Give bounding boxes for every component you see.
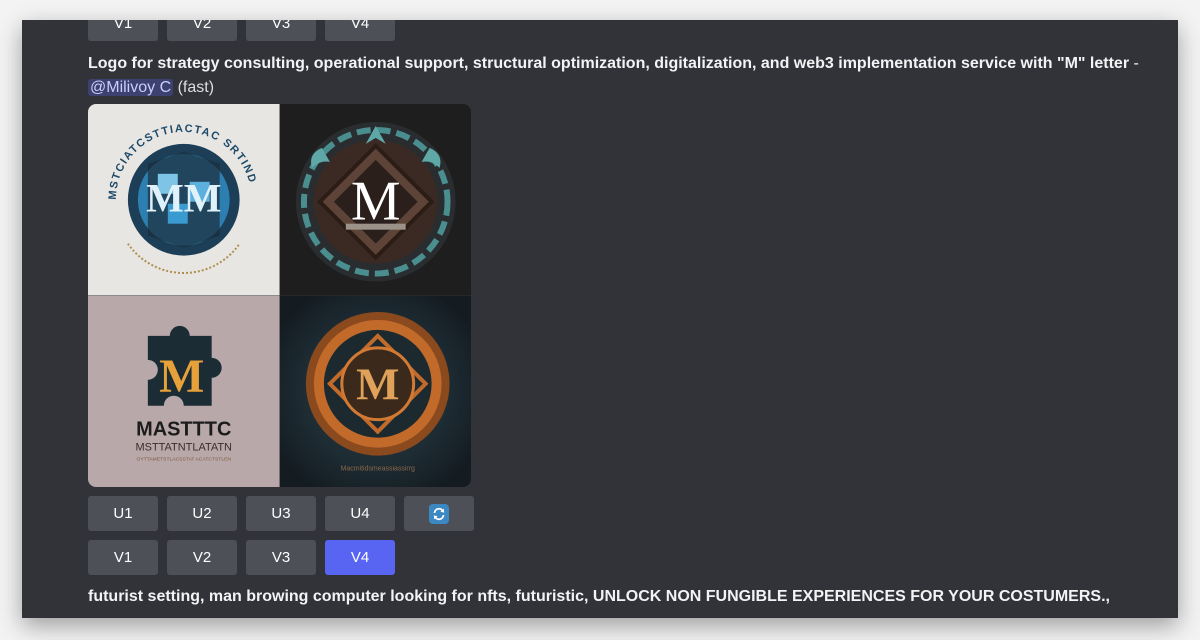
- tile2-art: M: [279, 104, 471, 296]
- tile1-art: MM MSTCIATCSTTIACTAC SRTIND: [88, 104, 280, 296]
- v2-button-prev[interactable]: V2: [167, 20, 237, 41]
- next-message-prompt: futurist setting, man browing computer l…: [88, 585, 1178, 609]
- v4-button-prev[interactable]: V4: [325, 20, 395, 41]
- image-grid[interactable]: MM MSTCIATCSTTIACTAC SRTIND M M MASTTTC …: [88, 104, 471, 487]
- v4-button-selected[interactable]: V4: [325, 540, 395, 575]
- image-tile-2[interactable]: M: [279, 104, 471, 296]
- v2-button[interactable]: V2: [167, 540, 237, 575]
- previous-variation-buttons: V1 V2 V3 V4: [88, 20, 395, 41]
- v3-button[interactable]: V3: [246, 540, 316, 575]
- u1-button[interactable]: U1: [88, 496, 158, 531]
- tile2-letter: M: [350, 171, 400, 233]
- tile4-caption: Macmitidsmeassiassirrg: [340, 465, 414, 472]
- mode-label: (fast): [173, 79, 215, 96]
- tile4-art: M Macmitidsmeassiassirrg: [279, 295, 471, 487]
- reroll-button[interactable]: [404, 496, 474, 531]
- u3-button[interactable]: U3: [246, 496, 316, 531]
- prompt-separator: -: [1129, 55, 1139, 72]
- chat-window: V1 V2 V3 V4 Logo for strategy consulting…: [22, 20, 1178, 618]
- prompt-text: Logo for strategy consulting, operationa…: [88, 55, 1130, 72]
- v3-button-prev[interactable]: V3: [246, 20, 316, 41]
- image-tile-3[interactable]: M MASTTTC MSTTATNTLATATN OYTTAMETSTLACSS…: [88, 295, 280, 487]
- tile3-letter: M: [159, 349, 204, 402]
- v1-button[interactable]: V1: [88, 540, 158, 575]
- variation-buttons: V1 V2 V3 V4: [88, 540, 395, 575]
- tile4-letter: M: [356, 358, 399, 409]
- upscale-buttons: U1 U2 U3 U4: [88, 496, 474, 531]
- refresh-icon: [429, 503, 449, 524]
- v1-button-prev[interactable]: V1: [88, 20, 158, 41]
- message-prompt: Logo for strategy consulting, operationa…: [88, 52, 1178, 100]
- tile3-art: M MASTTTC MSTTATNTLATATN OYTTAMETSTLACSS…: [88, 295, 280, 487]
- user-mention[interactable]: @Milivoy C: [88, 79, 174, 96]
- tile3-subtitle: MSTTATNTLATATN: [136, 441, 233, 453]
- image-tile-1[interactable]: MM MSTCIATCSTTIACTAC SRTIND: [88, 104, 280, 296]
- tile3-tagline: OYTTAMETSTLACSSTAT ACATCTSTLEN: [136, 456, 231, 462]
- u4-button[interactable]: U4: [325, 496, 395, 531]
- u2-button[interactable]: U2: [167, 496, 237, 531]
- tile3-wordmark: MASTTTC: [136, 418, 231, 440]
- next-prompt-text: futurist setting, man browing computer l…: [88, 588, 1110, 605]
- svg-text:MM: MM: [146, 176, 221, 221]
- image-tile-4[interactable]: M Macmitidsmeassiassirrg: [279, 295, 471, 487]
